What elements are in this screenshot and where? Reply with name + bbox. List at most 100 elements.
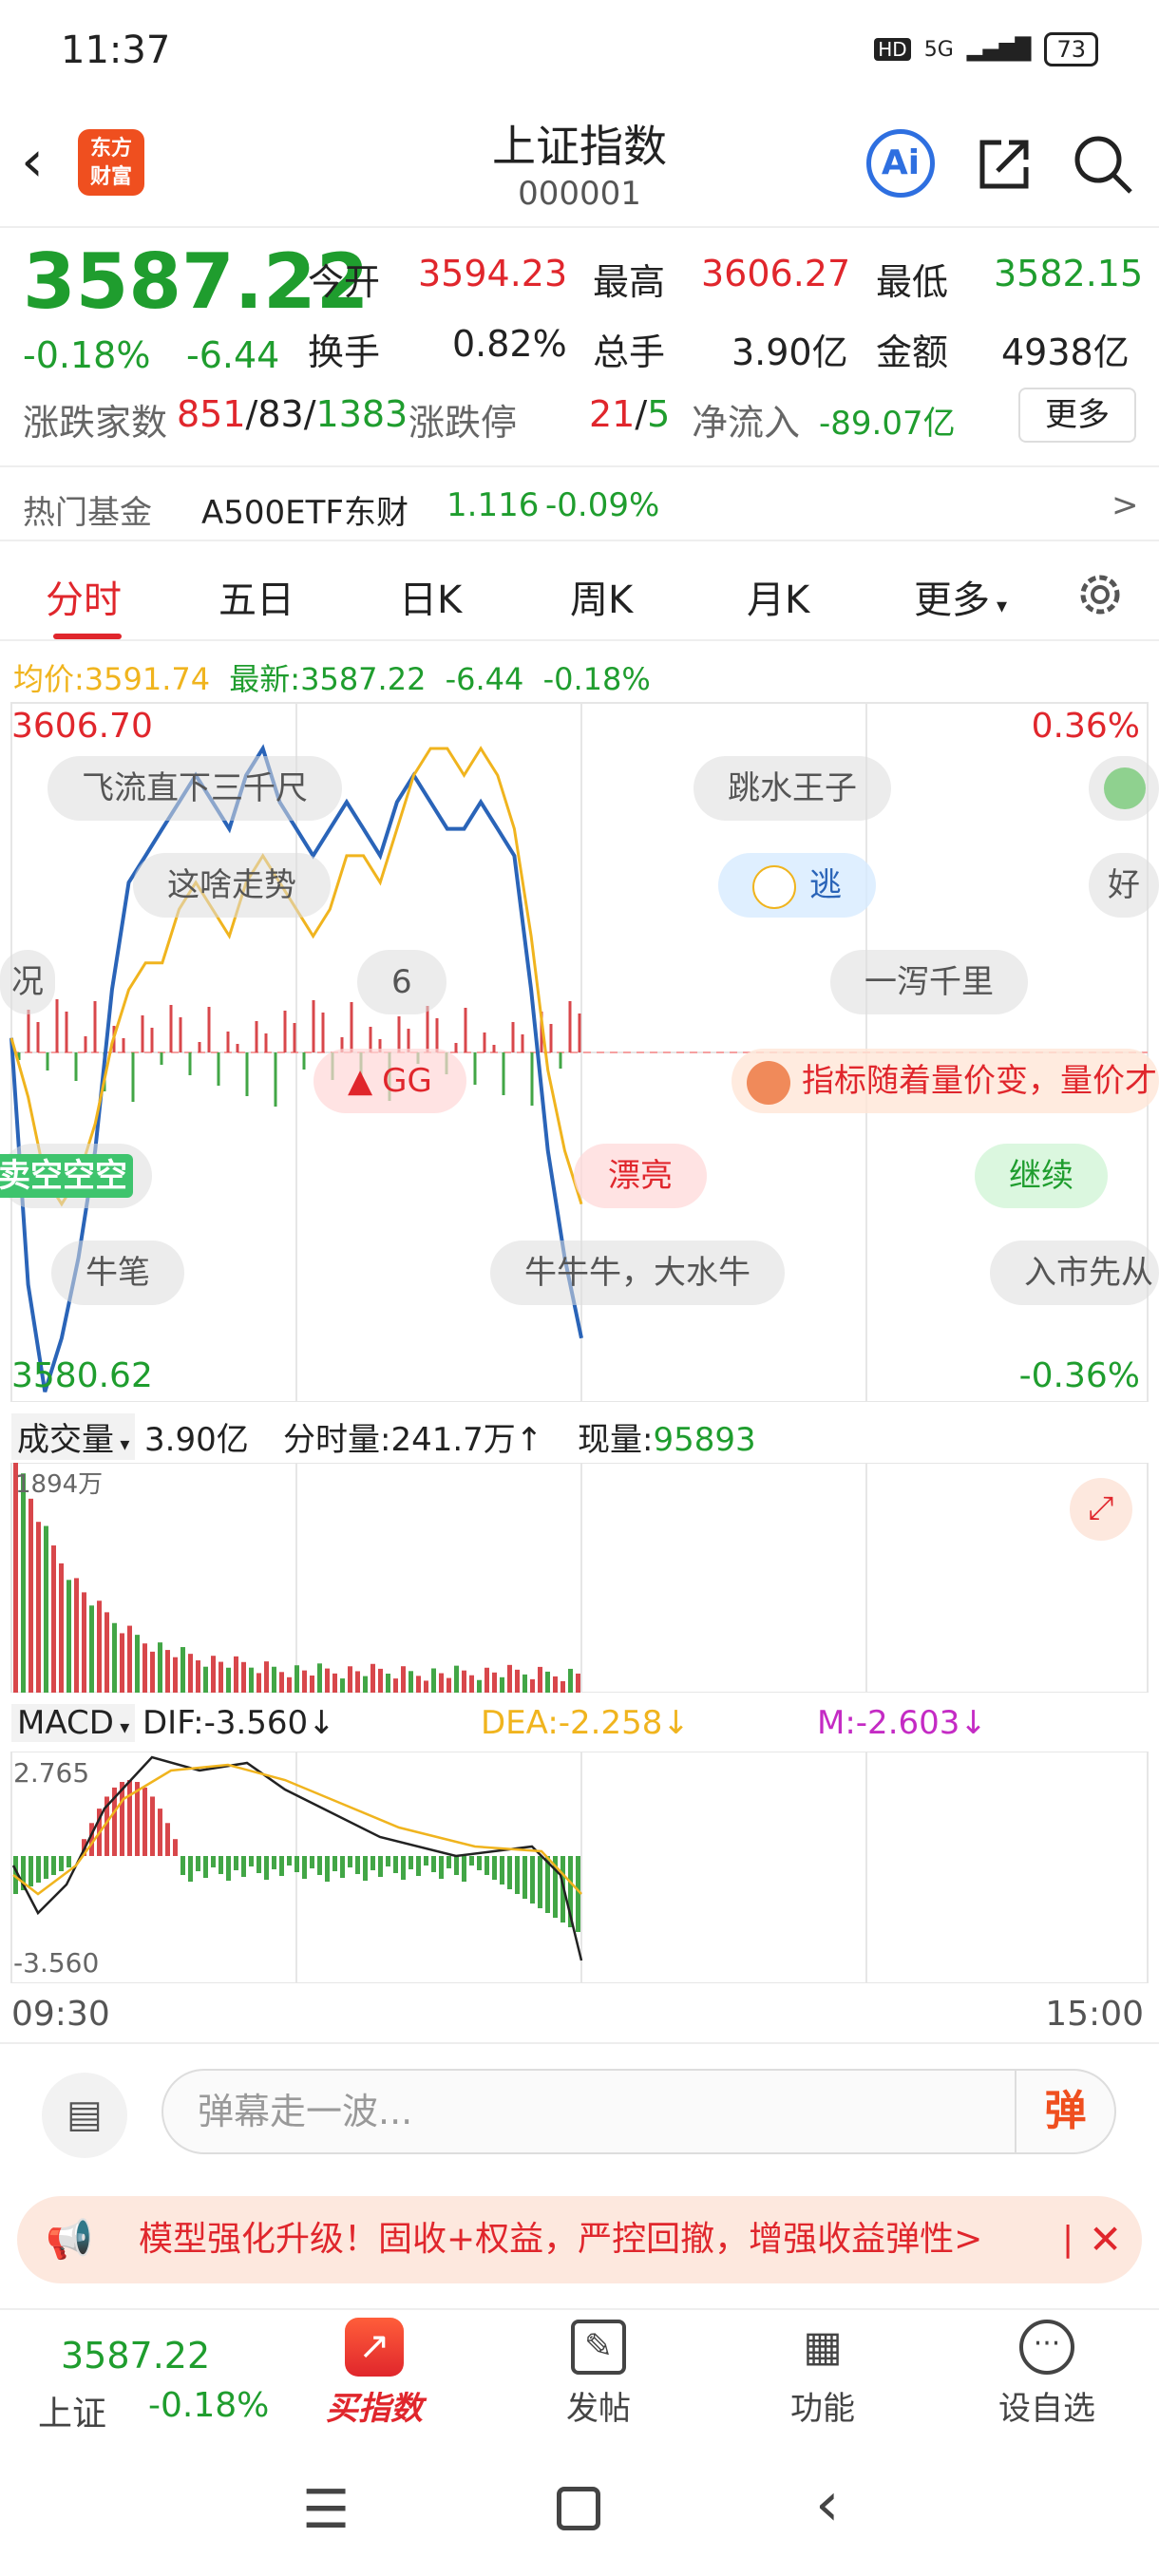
danmaku-bubble[interactable]: 好	[1089, 853, 1159, 918]
volume-bar	[439, 1673, 444, 1693]
danmaku-bubble[interactable]: 逃	[718, 853, 876, 918]
danmaku-bubble[interactable]: 飞流直下三千尺	[48, 756, 342, 821]
volume-bar	[522, 1674, 527, 1693]
macd-bar	[477, 1856, 482, 1870]
macd-bar	[469, 1856, 474, 1866]
macd-bar	[393, 1856, 398, 1873]
limit-label: 涨跌停	[408, 402, 518, 444]
macd-indicator-select[interactable]: MACD ▾	[11, 1704, 136, 1742]
volume-bar	[256, 1673, 261, 1693]
danmaku-bubble[interactable]: 6	[357, 950, 446, 1014]
high-label: 最高	[593, 261, 666, 303]
volume-bar	[477, 1679, 482, 1693]
flame-icon: ▲	[348, 1062, 373, 1100]
rabbit-icon	[752, 864, 796, 909]
danmaku-bubble[interactable]: 卖空空空	[0, 1144, 152, 1208]
danmaku-bubble[interactable]: 这啥走势	[133, 853, 331, 918]
danmaku-bubble[interactable]: 牛牛牛，大水牛	[490, 1241, 785, 1305]
period-tabs: 分时 五日 日K 周K 月K 更多 ▾	[0, 546, 1159, 641]
macd-top-label: 2.765	[13, 1757, 90, 1789]
macd-bar	[530, 1856, 535, 1904]
search-icon[interactable]	[1072, 133, 1134, 196]
chevron-right-icon[interactable]: >	[1112, 486, 1139, 524]
macd-bar	[241, 1856, 246, 1877]
danmaku-bubble[interactable]: 况	[0, 950, 55, 1014]
back-nav-icon[interactable]: ‹	[815, 2470, 840, 2540]
volume-bar	[386, 1674, 390, 1693]
add-watchlist-button[interactable]: ··· 设自选	[952, 2318, 1142, 2429]
volume-header: 成交量 ▾ 3.90亿 分时量:241.7万↑ 现量:95893	[0, 1406, 1159, 1461]
expand-icon[interactable]: ⤢	[1070, 1478, 1132, 1541]
hot-fund-bar[interactable]: 热门基金 A500ETF东财 1.116 -0.09% >	[0, 465, 1159, 541]
volume-bar	[568, 1668, 573, 1693]
hot-fund-name[interactable]: A500ETF东财	[201, 486, 408, 533]
macd-bar	[211, 1856, 216, 1867]
macd-bar	[226, 1856, 231, 1881]
tab-5day[interactable]: 五日	[218, 569, 294, 624]
volume-bar	[150, 1651, 155, 1693]
volume-bar	[446, 1677, 451, 1693]
volume-bar	[264, 1661, 269, 1693]
share-icon[interactable]	[973, 133, 1036, 196]
danmaku-bubble[interactable]: 指标随着量价变，量价才	[732, 1049, 1159, 1113]
macd-bar	[142, 1787, 147, 1856]
danmaku-bubble[interactable]	[1089, 756, 1159, 821]
volume-bar	[173, 1657, 178, 1693]
danmaku-settings-icon[interactable]: ▤	[42, 2073, 127, 2158]
tab-intraday[interactable]: 分时	[46, 569, 122, 624]
hd-icon: HD	[874, 38, 911, 61]
tab-more[interactable]: 更多 ▾	[914, 569, 1007, 624]
tab-indicator	[53, 634, 122, 639]
volume-indicator-select[interactable]: 成交量 ▾	[11, 1413, 136, 1460]
tab-monthly[interactable]: 月K	[747, 569, 809, 624]
volume-bar	[515, 1669, 520, 1693]
volume-bar	[142, 1643, 147, 1693]
macd-bar	[515, 1856, 520, 1894]
macd-bar	[370, 1856, 375, 1870]
macd-header: MACD ▾ DIF:-3.560↓ DEA:-2.258↓ M:-2.603↓	[0, 1696, 1159, 1750]
volume-bar	[203, 1666, 208, 1693]
danmaku-bubble[interactable]: 一泻千里	[830, 950, 1028, 1014]
macd-bar	[249, 1856, 254, 1866]
volume-bar	[325, 1668, 330, 1693]
danmaku-bubble[interactable]: ▲ GG	[314, 1049, 466, 1113]
volume-bar	[393, 1678, 398, 1693]
volume-value: 3.90亿	[732, 331, 848, 373]
close-icon[interactable]: ✕	[1089, 2196, 1122, 2283]
caret-down-icon: ▾	[114, 1432, 130, 1455]
macd-bar	[348, 1856, 352, 1867]
danmaku-bubble[interactable]: 跳水王子	[694, 756, 891, 821]
ai-button[interactable]: Ai	[866, 129, 935, 198]
danmaku-bubble[interactable]: 入市先从	[990, 1241, 1159, 1305]
volume-bar	[135, 1635, 140, 1693]
tab-weekly[interactable]: 周K	[570, 569, 633, 624]
danmaku-bubble[interactable]: 牛笔	[51, 1241, 184, 1305]
mascot-icon	[747, 1060, 790, 1105]
macd-chart[interactable]	[0, 1752, 1159, 1983]
functions-button[interactable]: ▦ 功能	[728, 2318, 918, 2429]
buy-index-button[interactable]: ↗ 买指数	[279, 2318, 469, 2429]
danmaku-bubble[interactable]: 漂亮	[574, 1144, 707, 1208]
danmaku-bubble[interactable]: 继续	[975, 1144, 1108, 1208]
danmaku-input[interactable]: 弹幕走一波...	[162, 2069, 1116, 2154]
more-button[interactable]: 更多	[1018, 388, 1136, 443]
gear-icon[interactable]	[1074, 568, 1127, 621]
chart-top-price: 3606.70	[11, 707, 153, 746]
edit-icon: ✎	[571, 2320, 626, 2375]
macd-bar	[28, 1856, 33, 1886]
volume-bar	[249, 1667, 254, 1693]
divider: |	[1062, 2220, 1074, 2259]
menu-icon[interactable]: ☰	[302, 2479, 350, 2541]
macd-bottom-label: -3.560	[13, 1947, 100, 1979]
grid-icon: ▦	[803, 2322, 843, 2371]
home-icon[interactable]	[557, 2487, 600, 2530]
macd-bar	[165, 1823, 170, 1856]
post-button[interactable]: ✎ 发帖	[504, 2318, 694, 2429]
volume-bar	[28, 1498, 33, 1693]
volume-bar	[51, 1545, 56, 1693]
danmaku-send-button[interactable]: 弹	[1015, 2071, 1114, 2152]
volume-chart[interactable]	[0, 1463, 1159, 1693]
hot-fund-change: -0.09%	[545, 486, 660, 524]
tab-daily[interactable]: 日K	[399, 569, 462, 624]
promo-banner[interactable]: 📢 模型强化升级！固收+权益，严控回撤，增强收益弹性> | ✕	[17, 2196, 1142, 2283]
